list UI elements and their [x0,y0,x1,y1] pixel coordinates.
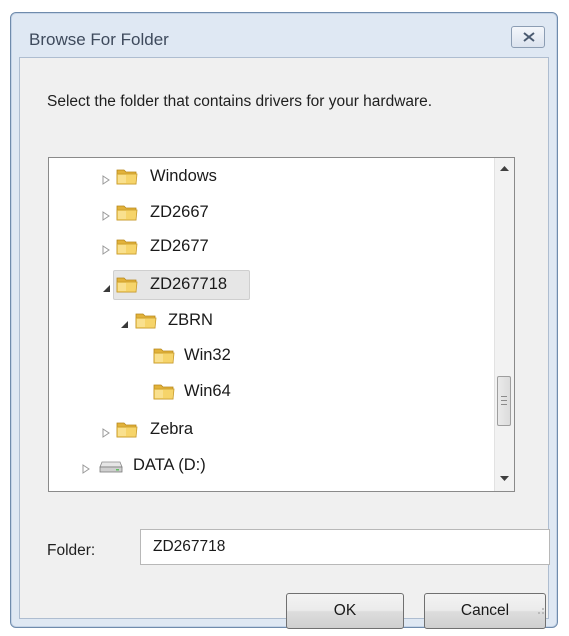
vertical-scrollbar[interactable] [494,158,514,491]
title-bar[interactable]: Browse For Folder [11,13,557,57]
close-icon [523,32,535,42]
collapsed-arrow-icon[interactable] [101,172,111,185]
tree-item[interactable]: Win64 [49,377,494,407]
expanded-arrow-icon[interactable] [119,316,129,328]
resize-grip-icon[interactable] [535,605,545,615]
tree-item[interactable]: Zebra [49,415,494,445]
grip-line [501,404,507,405]
collapsed-arrow-icon[interactable] [81,461,91,474]
folder-icon [116,166,138,186]
expanded-arrow-icon[interactable] [101,280,111,292]
folder-icon [153,345,175,365]
dialog-body: Select the folder that contains drivers … [19,57,550,629]
tree-item-label: ZBRN [168,311,213,329]
folder-icon [153,381,175,401]
tree-item-label: DATA (D:) [133,456,206,474]
collapsed-arrow-icon[interactable] [101,208,111,221]
drive-icon [99,458,123,474]
tree-item[interactable]: ZD267718 [49,270,494,300]
tree-item-label: ZD267718 [150,275,228,293]
collapsed-arrow-icon[interactable] [101,242,111,255]
grip-line [501,400,507,401]
folder-icon [116,202,138,222]
tree-item[interactable]: ZD2667 [49,198,494,228]
dialog-title: Browse For Folder [29,30,169,49]
collapsed-arrow-icon[interactable] [101,425,111,438]
tree-item[interactable]: ZD2677 [49,232,494,262]
scroll-down-arrow-icon[interactable] [499,473,510,483]
tree-item-label: Windows [150,167,217,185]
browse-for-folder-dialog: Browse For Folder Select the folder that… [10,12,558,629]
tree-item-label: Win32 [184,346,231,364]
grip-line [501,396,507,397]
folder-icon [116,274,138,294]
tree-item[interactable]: Windows [49,162,494,192]
close-button[interactable] [511,26,545,48]
folder-icon [116,419,138,439]
folder-tree[interactable]: Windows ZD2667 ZD2677 ZD267718 ZBRN Win32 Win6… [48,157,515,492]
instruction-text: Select the folder that contains drivers … [47,93,433,110]
tree-item-label: ZD2677 [150,237,209,255]
tree-item[interactable]: ZBRN [49,306,494,336]
tree-item[interactable]: DATA (D:) [49,451,494,481]
scroll-up-arrow-icon[interactable] [499,164,510,174]
tree-item-label: Win64 [184,382,231,400]
folder-label: Folder: [47,542,96,559]
folder-input[interactable] [140,529,550,565]
tree-item-label: ZD2667 [150,203,209,221]
folder-icon [135,310,157,330]
scrollbar-thumb[interactable] [497,376,511,426]
folder-icon [116,236,138,256]
ok-button[interactable]: OK [286,593,404,629]
cancel-button[interactable]: Cancel [424,593,546,629]
tree-item-label: Zebra [150,420,194,438]
tree-item[interactable]: Win32 [49,341,494,371]
